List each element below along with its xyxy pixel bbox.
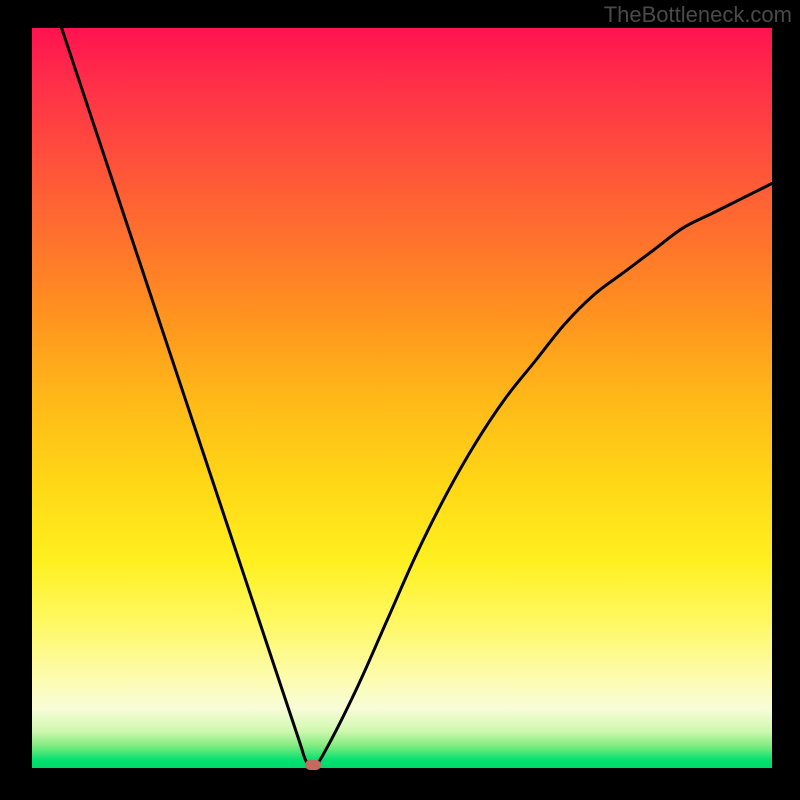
bottleneck-curve-path (62, 28, 772, 768)
optimal-point-marker (305, 760, 321, 770)
watermark-text: TheBottleneck.com (604, 2, 792, 28)
curve-svg (32, 28, 772, 768)
plot-area (32, 28, 772, 768)
